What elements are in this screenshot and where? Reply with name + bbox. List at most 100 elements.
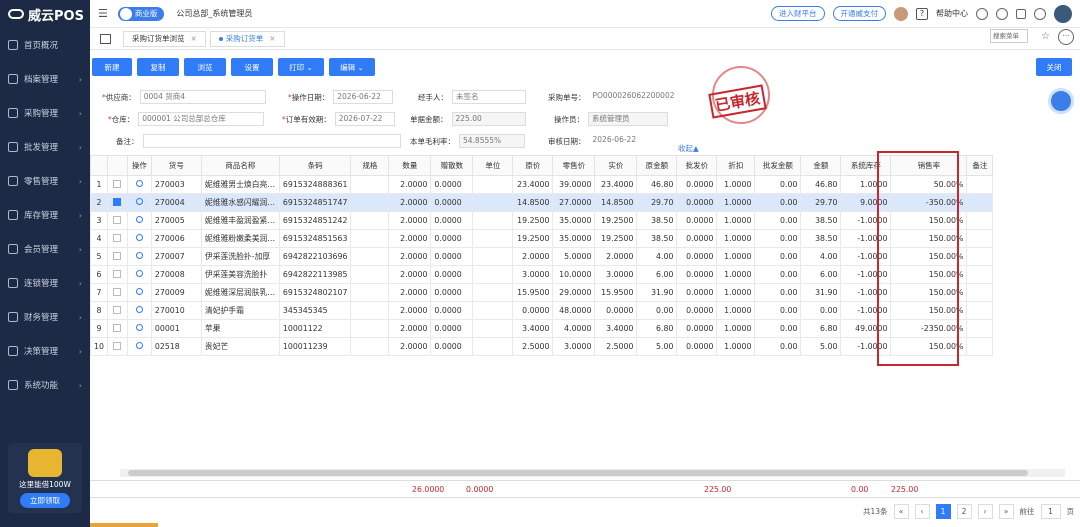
cell[interactable]: 0.00: [754, 247, 802, 266]
cell[interactable]: 46.80: [800, 175, 842, 194]
cell[interactable]: 2.0000: [594, 247, 638, 266]
cell[interactable]: 6915324802107: [278, 283, 352, 302]
cell[interactable]: 1.0000: [716, 265, 756, 284]
cell[interactable]: 0.0000: [430, 301, 474, 320]
remark-cell[interactable]: [966, 229, 994, 248]
cell[interactable]: 妮维雅粉嫩柔美润…: [200, 229, 280, 248]
cell[interactable]: 0.00: [754, 337, 802, 356]
home-icon[interactable]: [100, 33, 111, 44]
column-header-6[interactable]: 规格: [350, 155, 390, 176]
sidebar-item-8[interactable]: 财务管理 ›: [0, 300, 90, 334]
tab-purchase-browse[interactable]: 采购订货单浏览 ×: [123, 30, 206, 47]
cell[interactable]: 270008: [150, 265, 202, 284]
cell[interactable]: 2.0000: [388, 301, 432, 320]
cell[interactable]: 27.0000: [552, 193, 596, 212]
column-header-8[interactable]: 赠散数: [430, 155, 474, 176]
cell[interactable]: 0.00: [636, 301, 678, 320]
cell[interactable]: 270005: [150, 211, 202, 230]
cell[interactable]: [350, 211, 390, 230]
cell[interactable]: 10.0000: [552, 265, 596, 284]
row-search-icon[interactable]: [126, 283, 152, 302]
cell[interactable]: 31.90: [800, 283, 842, 302]
cell[interactable]: 35.0000: [552, 211, 596, 230]
power-icon[interactable]: [1034, 7, 1046, 20]
column-header-3[interactable]: 货号: [150, 155, 202, 176]
cell[interactable]: 46.80: [636, 175, 678, 194]
column-header-20[interactable]: 备注: [966, 155, 994, 176]
cell[interactable]: 38.50: [636, 229, 678, 248]
cell[interactable]: 270010: [150, 301, 202, 320]
row-search-icon[interactable]: [126, 319, 152, 338]
page-1[interactable]: 1: [935, 504, 951, 519]
horizontal-scrollbar[interactable]: [120, 469, 1065, 477]
valid-field[interactable]: 2026-07-22: [334, 112, 395, 126]
cell[interactable]: 伊采莲美容洗脸扑: [200, 265, 280, 284]
cell[interactable]: 0.00: [754, 175, 802, 194]
sidebar-item-2[interactable]: 采购管理 ›: [0, 96, 90, 130]
cell[interactable]: 2.0000: [512, 247, 554, 266]
cell[interactable]: 2.0000: [388, 175, 432, 194]
table-row[interactable]: 4 270006 妮维雅粉嫩柔美润… 6915324851563 2.0000 0.000…: [90, 229, 994, 248]
cell[interactable]: 0.0000: [676, 301, 718, 320]
column-header-14[interactable]: 批发价: [676, 155, 718, 176]
cell[interactable]: 6915324851563: [278, 229, 352, 248]
cell[interactable]: 1.0000: [716, 319, 756, 338]
row-search-icon[interactable]: [126, 337, 152, 356]
cell[interactable]: 39.0000: [552, 175, 596, 194]
column-header-11[interactable]: 零售价: [552, 155, 596, 176]
cell[interactable]: 贵妃芒: [200, 337, 280, 356]
cell[interactable]: 6942822103696: [278, 247, 352, 266]
cell[interactable]: [472, 301, 514, 320]
goto-input[interactable]: 1: [1040, 504, 1061, 519]
column-header-0[interactable]: [90, 155, 108, 176]
cell[interactable]: 伊采莲洗脸扑-加厚: [200, 247, 280, 266]
app-logo[interactable]: 威云POS: [0, 0, 90, 28]
op-date-field[interactable]: 2026-06-22: [333, 90, 394, 104]
cell[interactable]: [472, 337, 514, 356]
cell[interactable]: 0.00: [754, 319, 802, 338]
cell[interactable]: 0.0000: [430, 211, 474, 230]
cell[interactable]: 6915324851747: [278, 193, 352, 212]
column-header-5[interactable]: 条码: [278, 155, 352, 176]
cell[interactable]: [350, 283, 390, 302]
row-search-icon[interactable]: [126, 211, 152, 230]
edit-button[interactable]: 编辑 ⌄: [329, 58, 375, 76]
cell[interactable]: 29.0000: [552, 283, 596, 302]
info-icon[interactable]: [976, 7, 988, 20]
cell[interactable]: 10001122: [278, 319, 352, 338]
cell[interactable]: 0.0000: [430, 337, 474, 356]
cell[interactable]: 270003: [150, 175, 202, 194]
copy-button[interactable]: 复制: [137, 58, 179, 76]
cell[interactable]: 0.0000: [430, 193, 474, 212]
cell[interactable]: 29.70: [800, 193, 842, 212]
cell[interactable]: [472, 319, 514, 338]
row-checkbox[interactable]: [106, 193, 128, 212]
cell[interactable]: 1.0000: [716, 337, 756, 356]
row-checkbox[interactable]: [106, 265, 128, 284]
sidebar-item-1[interactable]: 档案管理 ›: [0, 62, 90, 96]
row-checkbox[interactable]: [106, 301, 128, 320]
cell[interactable]: 270009: [150, 283, 202, 302]
cell[interactable]: 3.4000: [594, 319, 638, 338]
sidebar-item-3[interactable]: 批发管理 ›: [0, 130, 90, 164]
column-header-13[interactable]: 原金额: [636, 155, 678, 176]
cell[interactable]: 0.0000: [676, 283, 718, 302]
cell[interactable]: 2.0000: [388, 337, 432, 356]
close-icon[interactable]: ×: [269, 34, 275, 43]
cell[interactable]: [472, 265, 514, 284]
open-payment-button[interactable]: 开通威支付: [832, 6, 886, 21]
help-icon[interactable]: ?: [916, 7, 928, 20]
cell[interactable]: 6942822113985: [278, 265, 352, 284]
cell[interactable]: 19.2500: [594, 211, 638, 230]
cell[interactable]: 0.0000: [430, 229, 474, 248]
avatar[interactable]: [894, 6, 908, 21]
table-row[interactable]: 6 270008 伊采莲美容洗脸扑 6942822113985 2.0000 0.0000…: [90, 265, 994, 284]
browse-button[interactable]: 浏览: [184, 58, 226, 76]
cell[interactable]: 29.70: [636, 193, 678, 212]
cell[interactable]: 19.2500: [594, 229, 638, 248]
column-header-17[interactable]: 金额: [800, 155, 842, 176]
sidebar-item-5[interactable]: 库存管理 ›: [0, 198, 90, 232]
cell[interactable]: 3.0000: [512, 265, 554, 284]
cell[interactable]: 0.00: [754, 283, 802, 302]
cell[interactable]: [472, 229, 514, 248]
